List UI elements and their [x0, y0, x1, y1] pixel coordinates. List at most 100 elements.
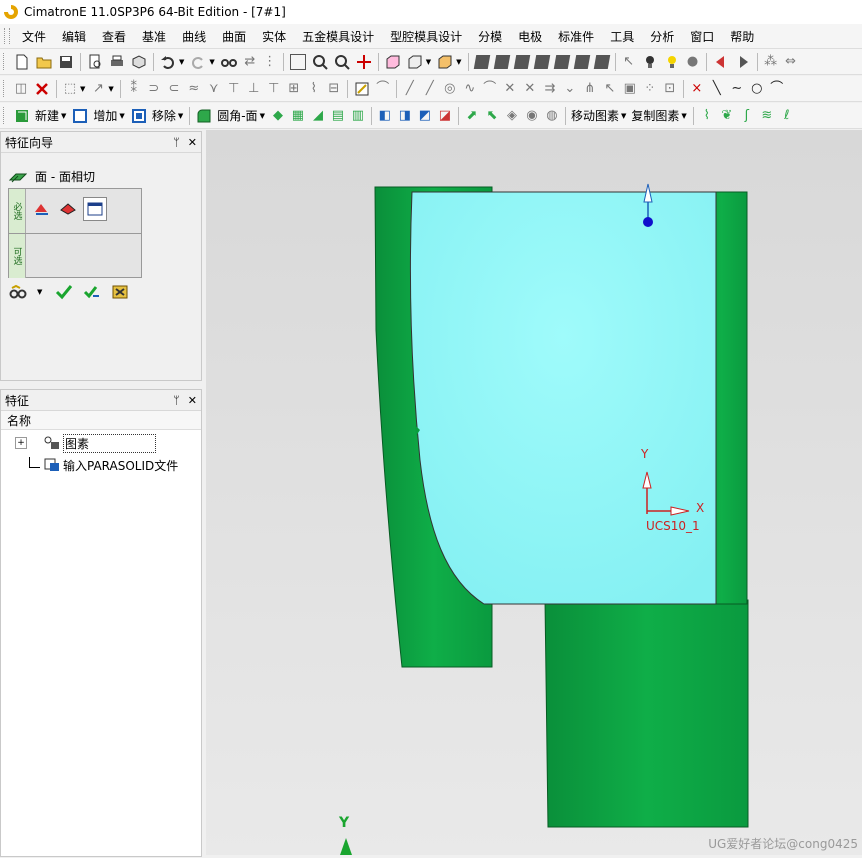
- blend-icon[interactable]: ⌄: [562, 81, 578, 97]
- remove-button[interactable]: 移除: [152, 107, 176, 124]
- preview-dropdown-icon[interactable]: ▼: [37, 288, 42, 296]
- filter-icon[interactable]: ≈: [186, 81, 202, 97]
- select-all-icon[interactable]: ◫: [13, 81, 29, 97]
- shaded-cube-icon[interactable]: [573, 54, 590, 69]
- box-icon[interactable]: ▣: [622, 81, 638, 97]
- render-dropdown-icon[interactable]: ▼: [456, 58, 461, 66]
- light-bulb-icon[interactable]: [642, 54, 658, 70]
- surface-tool-icon[interactable]: ❦: [719, 108, 735, 124]
- composite-icon[interactable]: ⊡: [662, 81, 678, 97]
- model-icon[interactable]: [131, 54, 147, 70]
- close-icon[interactable]: ✕: [188, 136, 197, 149]
- point-icon[interactable]: ↖: [602, 81, 618, 97]
- fillet-dropdown-icon[interactable]: ▼: [260, 112, 265, 120]
- cancel-icon[interactable]: [111, 284, 129, 300]
- arc-icon[interactable]: ⌒: [482, 81, 498, 97]
- copy-entity-dropdown-icon[interactable]: ▼: [681, 112, 686, 120]
- apply-check-icon[interactable]: [55, 284, 73, 300]
- tree-icon[interactable]: ⋮: [262, 54, 278, 70]
- surface-tool-icon[interactable]: ⌇: [699, 108, 715, 124]
- project-icon[interactable]: ⋔: [582, 81, 598, 97]
- selected-face[interactable]: [409, 191, 717, 605]
- trim-icon[interactable]: ✕: [502, 81, 518, 97]
- model-canvas[interactable]: Y X UCS10_1 Y: [206, 130, 862, 855]
- tree-item-entities[interactable]: + 图素: [15, 433, 157, 453]
- pick-point-marker[interactable]: [643, 217, 653, 227]
- open-folder-icon[interactable]: [36, 54, 52, 70]
- measure-icon[interactable]: ⇔: [783, 54, 799, 70]
- line-icon[interactable]: ╱: [422, 81, 438, 97]
- pin-icon[interactable]: ᛘ: [173, 136, 180, 149]
- menu-electrode[interactable]: 电极: [510, 28, 550, 45]
- boolean-icon[interactable]: ◨: [397, 108, 413, 124]
- delete-face-icon[interactable]: ◈: [504, 108, 520, 124]
- save-icon[interactable]: [58, 54, 74, 70]
- filter-icon[interactable]: ⋎: [206, 81, 222, 97]
- menu-window[interactable]: 窗口: [682, 28, 722, 45]
- pin-icon[interactable]: ᛘ: [173, 394, 180, 407]
- pan-icon[interactable]: [356, 54, 372, 70]
- preview-glasses-icon[interactable]: [9, 284, 27, 300]
- split-icon[interactable]: ▤: [330, 108, 346, 124]
- move-entity-dropdown-icon[interactable]: ▼: [621, 112, 626, 120]
- filter-icon[interactable]: ⊟: [326, 81, 342, 97]
- move-entity-button[interactable]: 移动图素: [571, 107, 619, 124]
- line-icon[interactable]: ╱: [402, 81, 418, 97]
- shaded-cube-icon[interactable]: [473, 54, 490, 69]
- menu-surface[interactable]: 曲面: [214, 28, 254, 45]
- add-button[interactable]: 增加: [93, 107, 117, 124]
- offset-solid-icon[interactable]: ▥: [350, 108, 366, 124]
- menu-view[interactable]: 查看: [94, 28, 134, 45]
- fillet-face-button[interactable]: 圆角-面: [217, 107, 257, 124]
- light-settings-icon[interactable]: ●: [685, 54, 701, 70]
- fillet-icon[interactable]: [196, 108, 212, 124]
- delete-x-icon[interactable]: [34, 81, 50, 97]
- remove-feature-icon[interactable]: [131, 108, 147, 124]
- menu-curve[interactable]: 曲线: [174, 28, 214, 45]
- zoom-window-icon[interactable]: [312, 54, 328, 70]
- zoom-icon[interactable]: [334, 54, 350, 70]
- arc-tool-icon[interactable]: ⌒: [769, 81, 785, 97]
- point-marker-icon[interactable]: ×: [689, 81, 705, 97]
- expand-icon[interactable]: +: [15, 437, 27, 449]
- extend-icon[interactable]: ⬈: [464, 108, 480, 124]
- circle-tool-icon[interactable]: ○: [749, 81, 765, 97]
- parameters-icon[interactable]: [83, 197, 107, 221]
- light-bulb-on-icon[interactable]: [664, 54, 680, 70]
- extend-icon[interactable]: ⬉: [484, 108, 500, 124]
- line-tool-icon[interactable]: ╲: [709, 81, 725, 97]
- menu-datum[interactable]: 基准: [134, 28, 174, 45]
- menu-standard-parts[interactable]: 标准件: [550, 28, 602, 45]
- apply-continue-icon[interactable]: [83, 284, 101, 300]
- graphics-viewport[interactable]: Y X UCS10_1 Y UG爱好者论坛@cong0425: [206, 130, 862, 855]
- close-icon[interactable]: ✕: [188, 394, 197, 407]
- menu-die-design[interactable]: 五金模具设计: [294, 28, 382, 45]
- shaded-cube-icon[interactable]: [593, 54, 610, 69]
- xyz-icon[interactable]: ⁘: [642, 81, 658, 97]
- filter-icon[interactable]: ⊤: [226, 81, 242, 97]
- new-feature-icon[interactable]: [14, 108, 30, 124]
- view-box-icon[interactable]: [407, 54, 423, 70]
- box-select-dropdown-icon[interactable]: ▼: [80, 85, 85, 93]
- shaded-cube-icon[interactable]: [533, 54, 550, 69]
- boolean-icon[interactable]: ◪: [437, 108, 453, 124]
- arrow-right-icon[interactable]: [735, 54, 751, 70]
- draft-icon[interactable]: ◢: [310, 108, 326, 124]
- select-second-faces-icon[interactable]: [57, 197, 79, 219]
- surface-tool-icon[interactable]: ʃ: [739, 108, 755, 124]
- remove-dropdown-icon[interactable]: ▼: [178, 112, 183, 120]
- offset-icon[interactable]: ⇉: [542, 81, 558, 97]
- new-button[interactable]: 新建: [35, 107, 59, 124]
- select-icon[interactable]: ↖: [621, 54, 637, 70]
- chamfer-icon[interactable]: ◆: [270, 108, 286, 124]
- new-file-icon[interactable]: [14, 54, 30, 70]
- surface-tool-icon[interactable]: ℓ: [779, 108, 795, 124]
- new-dropdown-icon[interactable]: ▼: [61, 112, 66, 120]
- shaded-cube-icon[interactable]: [553, 54, 570, 69]
- filter-icon[interactable]: ⁑: [126, 81, 142, 97]
- zoom-all-icon[interactable]: [289, 53, 306, 70]
- redo-icon[interactable]: [190, 54, 206, 70]
- tree-item-import[interactable]: 输入PARASOLID文件: [29, 456, 178, 474]
- filter-icon[interactable]: ⊃: [146, 81, 162, 97]
- curve-icon[interactable]: ⌒: [375, 81, 391, 97]
